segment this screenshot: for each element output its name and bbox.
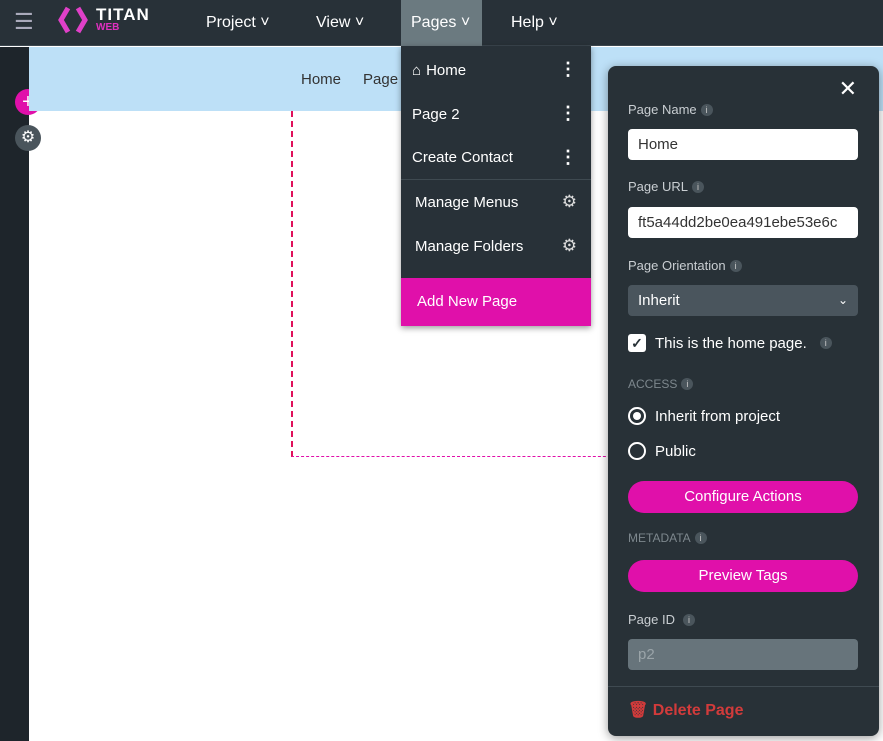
info-icon: i: [700, 104, 713, 116]
info-icon: i: [691, 181, 704, 193]
page-item-create-contact[interactable]: Create Contact ⋮: [401, 136, 591, 180]
logo: TITAN WEB: [58, 6, 150, 34]
trash-icon: 🗑: [628, 702, 649, 719]
divider: [608, 686, 879, 687]
access-radio-inherit[interactable]: Inherit from project: [628, 407, 780, 425]
logo-title: TITAN: [96, 5, 150, 24]
pages-dropdown: ⌂ Home ⋮ Page 2 ⋮ Create Contact ⋮ Manage Me…: [401, 46, 591, 326]
canvas-nav-page[interactable]: Page: [363, 71, 398, 88]
home-page-checkbox[interactable]: ✓ This is the home page. i: [628, 334, 832, 352]
menu-help[interactable]: Help ˅: [501, 0, 568, 46]
menu-pages[interactable]: Pages ˅: [401, 0, 482, 46]
page-id-input: p2: [628, 639, 858, 670]
top-bar: ☰ TITAN WEB Project ˅ View ˅ Pages ˅ Help…: [0, 0, 883, 46]
page-item-page2[interactable]: Page 2 ⋮: [401, 92, 591, 136]
orientation-select[interactable]: Inherit ⌄: [628, 285, 858, 316]
close-icon[interactable]: ✕: [839, 76, 857, 102]
access-section-label: ACCESS i: [628, 377, 694, 391]
metadata-section-label: METADATA i: [628, 531, 707, 545]
orientation-label: Page Orientation i: [628, 258, 742, 273]
more-options-icon[interactable]: ⋮: [559, 60, 577, 78]
manage-menus[interactable]: Manage Menus ⚙: [401, 180, 591, 224]
left-sidebar: [0, 47, 29, 741]
info-icon: i: [819, 337, 832, 349]
page-url-label: Page URL i: [628, 179, 704, 194]
menu-project[interactable]: Project ˅: [196, 0, 280, 46]
page-settings-panel: ✕ Page Name i Home Page URL i ft5a44dd2be0…: [608, 66, 879, 736]
home-icon: ⌂: [412, 61, 422, 79]
more-options-icon[interactable]: ⋮: [559, 148, 577, 166]
hamburger-menu-icon[interactable]: ☰: [14, 11, 34, 33]
chevron-down-icon: ⌄: [837, 293, 848, 307]
info-icon: i: [694, 532, 707, 544]
more-options-icon[interactable]: ⋮: [559, 104, 577, 122]
preview-tags-button[interactable]: Preview Tags: [628, 560, 858, 592]
page-name-label: Page Name i: [628, 102, 713, 117]
gear-icon: ⚙: [561, 192, 577, 211]
page-item-home[interactable]: ⌂ Home ⋮: [401, 48, 591, 92]
settings-gear-icon[interactable]: ⚙: [15, 125, 41, 151]
configure-actions-button[interactable]: Configure Actions: [628, 481, 858, 513]
logo-subtitle: WEB: [96, 22, 120, 33]
delete-page-button[interactable]: 🗑 Delete Page: [628, 700, 743, 720]
info-icon: i: [682, 614, 695, 626]
page-url-input[interactable]: ft5a44dd2be0ea491ebe53e6c: [628, 207, 858, 238]
page-name-input[interactable]: Home: [628, 129, 858, 160]
access-radio-public[interactable]: Public: [628, 442, 696, 460]
gear-icon: ⚙: [561, 236, 577, 255]
info-icon: i: [729, 260, 742, 272]
page-id-label: Page ID i: [628, 612, 695, 627]
menu-view[interactable]: View ˅: [306, 0, 374, 46]
canvas-nav-home[interactable]: Home: [301, 71, 341, 88]
checkbox-checked-icon: ✓: [628, 334, 646, 352]
titan-logo-icon: [58, 6, 88, 34]
manage-folders[interactable]: Manage Folders ⚙: [401, 224, 591, 268]
info-icon: i: [681, 378, 694, 390]
add-new-page-button[interactable]: Add New Page: [401, 278, 591, 326]
